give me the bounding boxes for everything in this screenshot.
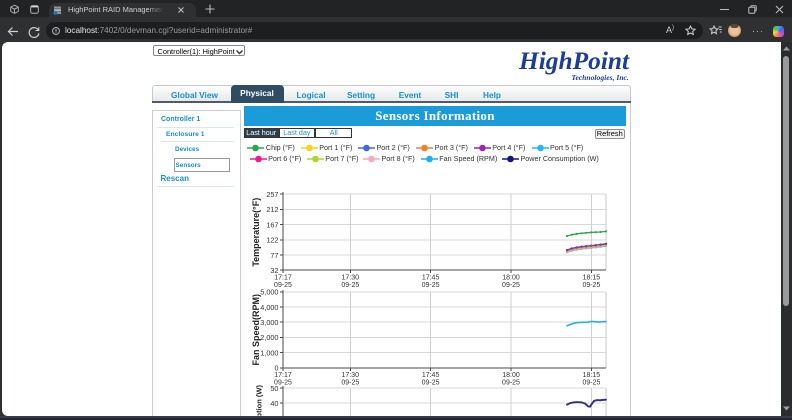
svg-text:3,000: 3,000	[260, 318, 278, 327]
svg-text:257: 257	[266, 190, 278, 199]
svg-text:4,000: 4,000	[260, 303, 278, 312]
svg-text:09-25: 09-25	[422, 379, 440, 386]
svg-text:Fan Speed(RPM): Fan Speed(RPM)	[251, 294, 261, 366]
svg-text:77: 77	[270, 251, 278, 260]
svg-text:09-25: 09-25	[502, 282, 520, 289]
svg-text:2,000: 2,000	[260, 333, 278, 342]
svg-text:1,000: 1,000	[260, 348, 278, 357]
svg-text:17:17: 17:17	[274, 275, 292, 282]
svg-text:09-25: 09-25	[582, 379, 600, 386]
svg-text:18:15: 18:15	[583, 275, 601, 282]
svg-text:50: 50	[270, 384, 278, 393]
svg-text:17:17: 17:17	[274, 372, 292, 379]
svg-text:09-25: 09-25	[422, 282, 440, 289]
svg-text:18:00: 18:00	[502, 372, 520, 379]
svg-text:5,000: 5,000	[260, 288, 278, 297]
svg-text:40: 40	[270, 399, 278, 408]
svg-text:09-25: 09-25	[502, 379, 520, 386]
svg-text:18:15: 18:15	[583, 372, 601, 379]
svg-text:17:30: 17:30	[342, 275, 360, 282]
svg-text:167: 167	[266, 220, 278, 229]
svg-text:17:45: 17:45	[422, 275, 440, 282]
svg-text:17:30: 17:30	[342, 372, 360, 379]
svg-text:09-25: 09-25	[341, 282, 359, 289]
svg-text:09-25: 09-25	[341, 379, 359, 386]
svg-text:09-25: 09-25	[582, 282, 600, 289]
svg-text:ption (W): ption (W)	[255, 385, 264, 416]
svg-text:122: 122	[266, 236, 278, 245]
svg-text:212: 212	[266, 205, 278, 214]
svg-text:17:45: 17:45	[422, 372, 440, 379]
svg-text:18:00: 18:00	[502, 275, 520, 282]
svg-text:Temperature(°F): Temperature(°F)	[251, 198, 261, 267]
